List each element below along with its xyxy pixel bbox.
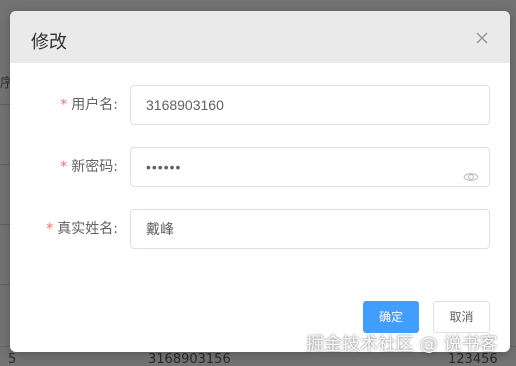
password-row: * 新密码: ••••••	[10, 147, 510, 187]
edit-dialog: 修改 * 用户名: 3168903160 * 新密码: •••••• * 真实姓名: …	[10, 11, 510, 352]
confirm-button[interactable]: 确定	[363, 301, 419, 333]
dialog-title: 修改	[31, 32, 67, 53]
password-label: * 新密码:	[60, 159, 118, 175]
required-asterisk: *	[46, 221, 54, 237]
required-asterisk: *	[60, 159, 68, 175]
username-input[interactable]: 3168903160	[130, 85, 490, 125]
realname-input[interactable]: 戴峰	[130, 209, 490, 249]
background-row-index: 5	[8, 352, 17, 366]
password-value: ••••••	[146, 159, 182, 175]
cancel-button[interactable]: 取消	[433, 301, 490, 333]
close-icon[interactable]	[474, 30, 490, 46]
dialog-header: 修改	[10, 11, 510, 63]
username-row: * 用户名: 3168903160	[10, 85, 510, 125]
background-row-username: 3168903156	[148, 352, 231, 366]
required-asterisk: *	[60, 97, 68, 113]
password-input[interactable]: ••••••	[130, 147, 490, 187]
realname-row: * 真实姓名: 戴峰	[10, 209, 510, 249]
username-label: * 用户名:	[60, 97, 118, 113]
realname-label: * 真实姓名:	[46, 221, 118, 237]
watermark: 掘金技术社区 @ 说书客	[306, 334, 498, 355]
eye-icon[interactable]	[463, 160, 479, 181]
